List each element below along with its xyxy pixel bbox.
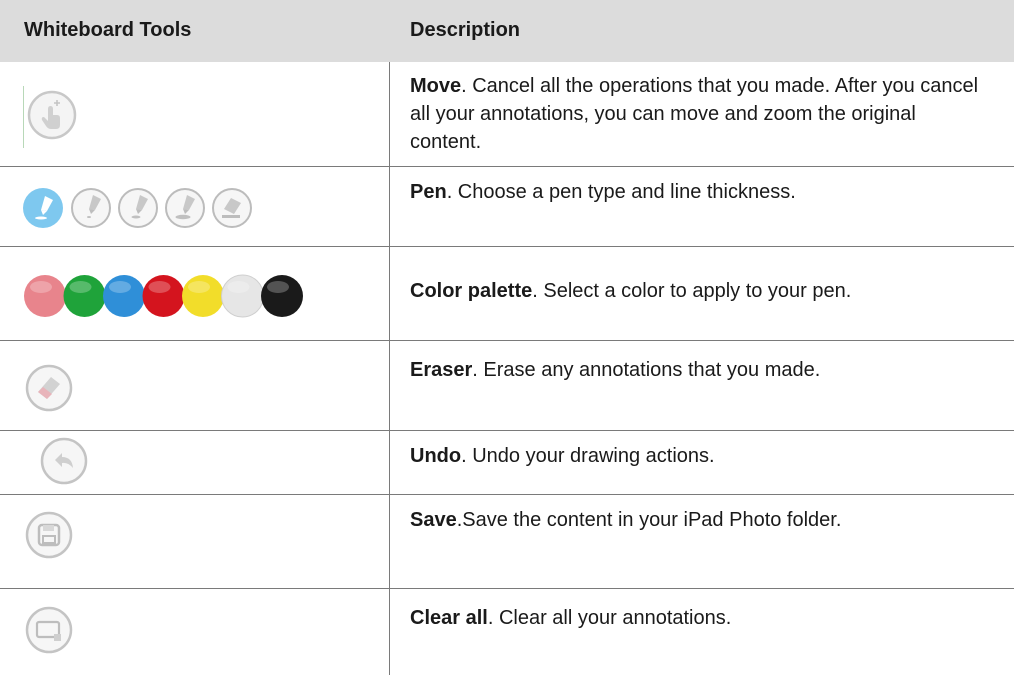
color-swatches xyxy=(24,274,303,318)
pen-medium-icon[interactable] xyxy=(116,186,160,230)
save-description: Save.Save the content in your iPad Photo… xyxy=(410,506,980,534)
pen-text: . Choose a pen type and line thickness. xyxy=(446,181,796,203)
eraser-text: . Erase any annotations that you made. xyxy=(472,359,821,381)
undo-tool-cell xyxy=(0,430,389,494)
clear-all-label: Clear all xyxy=(410,607,488,629)
color-swatch-white[interactable] xyxy=(221,274,264,318)
pen-fine-icon[interactable] xyxy=(21,186,65,230)
table-header: Whiteboard Tools Description xyxy=(0,0,1014,62)
eraser-icon[interactable] xyxy=(24,363,74,413)
undo-label: Undo xyxy=(410,445,462,467)
color-palette-description: Color palette. Select a color to apply t… xyxy=(410,277,980,305)
pen-thick-icon[interactable] xyxy=(163,186,207,230)
table-row-save: Save.Save the content in your iPad Photo… xyxy=(0,494,1014,588)
move-label: Move xyxy=(410,75,462,97)
color-swatch-black[interactable] xyxy=(261,275,303,317)
pen-thin-icon[interactable] xyxy=(69,186,113,230)
header-whiteboard-tools: Whiteboard Tools xyxy=(24,19,192,41)
move-tool-cell xyxy=(0,62,389,166)
cell-mark xyxy=(23,86,24,148)
table-row-move: Move. Cancel all the operations that you… xyxy=(0,62,1014,166)
undo-text: . Undo your drawing actions. xyxy=(461,445,715,467)
table-row-eraser: Eraser. Erase any annotations that you m… xyxy=(0,340,1014,430)
table-row-pen: Pen. Choose a pen type and line thicknes… xyxy=(0,166,1014,246)
table-row-color-palette: Color palette. Select a color to apply t… xyxy=(0,246,1014,340)
save-label: Save xyxy=(410,509,457,531)
save-text: .Save the content in your iPad Photo fol… xyxy=(456,509,842,531)
save-tool-cell xyxy=(0,494,389,588)
eraser-tool-cell xyxy=(0,340,389,430)
pen-label: Pen xyxy=(410,181,447,203)
color-palette-text: . Select a color to apply to your pen. xyxy=(532,280,852,302)
move-text: . Cancel all the operations that you mad… xyxy=(410,75,979,153)
eraser-label: Eraser xyxy=(410,359,473,381)
highlighter-icon[interactable] xyxy=(210,186,254,230)
eraser-description: Eraser. Erase any annotations that you m… xyxy=(410,356,980,384)
color-palette-label: Color palette xyxy=(410,280,533,302)
pen-tool-cell xyxy=(0,166,389,246)
undo-description: Undo. Undo your drawing actions. xyxy=(410,442,980,470)
color-swatch-pink[interactable] xyxy=(24,275,66,317)
color-swatch-yellow[interactable] xyxy=(182,275,224,317)
pen-description: Pen. Choose a pen type and line thicknes… xyxy=(410,178,980,206)
color-swatch-blue[interactable] xyxy=(103,275,145,317)
clear-all-icon[interactable] xyxy=(24,605,74,655)
clear-all-text: . Clear all your annotations. xyxy=(487,607,732,629)
color-palette-cell xyxy=(0,246,389,340)
move-hand-icon[interactable] xyxy=(26,89,78,141)
table-row-clear-all: Clear all. Clear all your annotations. xyxy=(0,588,1014,675)
save-icon[interactable] xyxy=(24,510,74,560)
header-description: Description xyxy=(410,19,521,41)
color-swatch-green[interactable] xyxy=(63,275,106,317)
color-swatch-red[interactable] xyxy=(142,275,185,317)
undo-icon[interactable] xyxy=(39,436,89,486)
table-row-undo: Undo. Undo your drawing actions. xyxy=(0,430,1014,494)
clear-all-tool-cell xyxy=(0,588,389,675)
move-description: Move. Cancel all the operations that you… xyxy=(410,72,980,156)
clear-all-description: Clear all. Clear all your annotations. xyxy=(410,604,980,632)
